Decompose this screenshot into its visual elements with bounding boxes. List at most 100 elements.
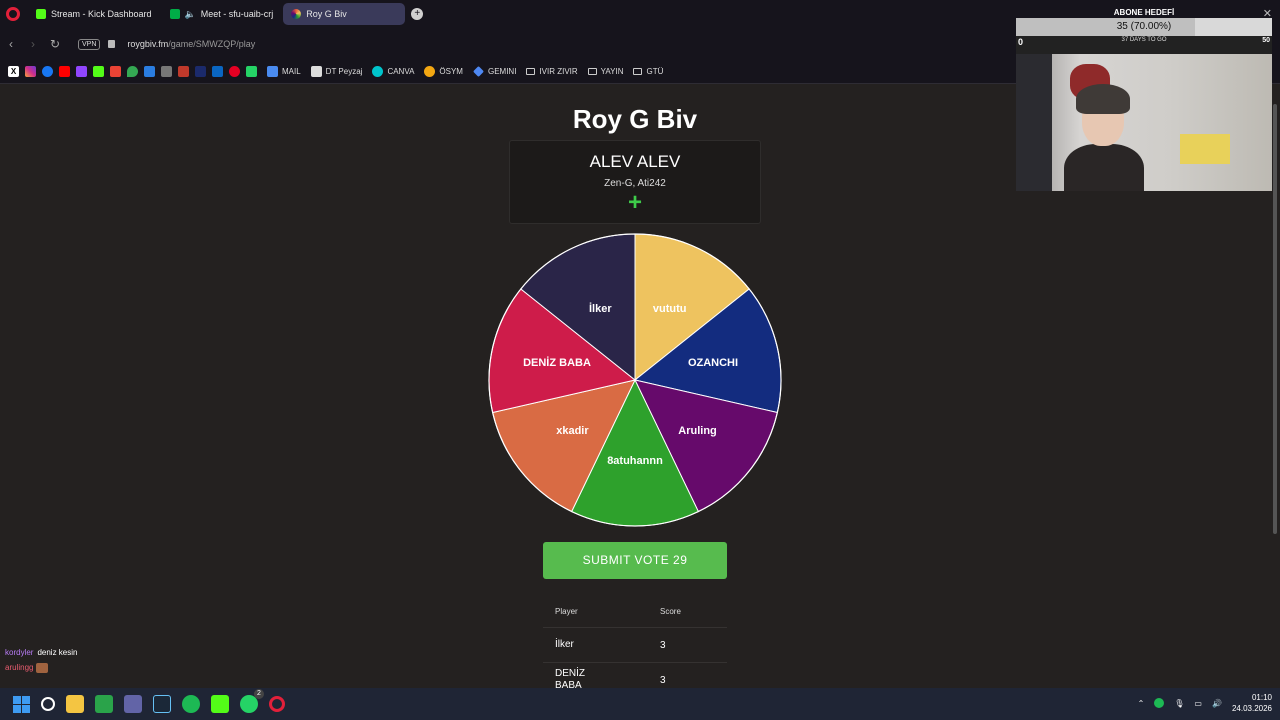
facebook-icon[interactable] <box>42 66 53 77</box>
webcam-video <box>1016 54 1272 191</box>
wheel-label: OZANCHI <box>688 357 738 369</box>
goal-progress-bar: 35 (70.00%) <box>1016 18 1272 36</box>
webcam-person <box>1064 144 1144 191</box>
wheel-label: DENİZ BABA <box>523 356 591 369</box>
url-field[interactable]: roygbiv.fm/game/SMWZQP/play <box>127 39 255 49</box>
webcam-overlay: ABONE HEDEFİ 35 (70.00%) 0 37 DAYS TO GO… <box>1016 4 1272 191</box>
dt-icon <box>310 66 322 77</box>
mail-icon <box>267 66 278 77</box>
tab-label: Meet - sfu-uaib-crj <box>200 9 274 19</box>
folder-icon <box>587 68 597 75</box>
dollar-icon[interactable] <box>144 66 155 77</box>
add-button[interactable]: + <box>510 191 760 215</box>
folder-icon <box>526 68 536 75</box>
bookmark-dt-peyzaj[interactable]: DT Peyzaj <box>310 66 362 77</box>
bookmark-mail[interactable]: MAIL <box>267 66 301 77</box>
goal-progress-text: 35 (70.00%) <box>1116 21 1172 32</box>
xbox-icon[interactable] <box>95 695 113 713</box>
kick-app-icon[interactable] <box>211 695 229 713</box>
prompt-title: ALEV ALEV <box>589 152 681 171</box>
bookmark-folder-ivir-zivir[interactable]: IVIR ZIVIR <box>526 67 578 76</box>
canva-icon <box>372 66 384 77</box>
goal-days: 37 DAYS TO GO <box>1121 37 1167 43</box>
tab-label: Roy G Biv <box>306 9 347 19</box>
chevron-up-icon[interactable]: ⌃ <box>1138 699 1145 708</box>
whatsapp-icon[interactable]: 2 <box>240 689 264 713</box>
microphone-icon[interactable]: 🎙 <box>1174 699 1184 708</box>
tab-meet[interactable]: 🔈 Meet - sfu-uaib-crj <box>162 3 282 25</box>
bookmark-red-icon[interactable] <box>178 66 189 77</box>
teams-icon[interactable] <box>124 695 142 713</box>
reload-button[interactable]: ↻ <box>44 37 66 51</box>
submit-vote-button[interactable]: SUBMIT VOTE 29 <box>543 542 727 579</box>
tab-roy-g-biv[interactable]: Roy G Biv <box>283 3 406 25</box>
folder-icon <box>633 68 643 75</box>
url-host: roygbiv.fm <box>127 39 169 49</box>
bookmark-blue-icon[interactable] <box>195 66 206 77</box>
windows-start-icon[interactable] <box>13 695 30 713</box>
x-icon[interactable]: X <box>8 66 19 77</box>
steam-icon[interactable] <box>153 695 171 713</box>
linkedin-icon[interactable] <box>212 66 223 77</box>
kick-icon[interactable] <box>93 66 104 77</box>
search-icon[interactable] <box>41 697 55 711</box>
back-button[interactable]: ‹ <box>0 37 22 51</box>
network-icon[interactable]: ▭ <box>1194 699 1202 708</box>
bookmark-folder-yayin[interactable]: YAYIN <box>587 67 623 76</box>
lock-icon[interactable] <box>108 40 116 48</box>
system-tray: ⌃ 🎙 ▭ 🔊 01:10 24.03.2026 <box>1138 692 1272 714</box>
opera-logo-icon[interactable] <box>6 7 20 21</box>
new-tab-button[interactable]: + <box>411 8 424 20</box>
file-explorer-icon[interactable] <box>66 695 84 713</box>
twitch-icon[interactable] <box>76 66 87 77</box>
date: 24.03.2026 <box>1231 704 1272 713</box>
bookmark-canva[interactable]: CANVA <box>372 66 414 77</box>
player-score: 3 <box>660 674 666 686</box>
prompt-authors: Zen-G, Ati242 <box>604 178 666 189</box>
instagram-icon[interactable] <box>25 66 36 77</box>
link-icon[interactable] <box>161 66 172 77</box>
webcam-headset <box>1076 84 1130 114</box>
spotify-tray-icon[interactable] <box>1154 698 1165 708</box>
bookmark-gemini[interactable]: GEMINI <box>473 66 516 77</box>
meet-icon <box>169 9 180 19</box>
color-wheel[interactable]: vututu OZANCHI Aruling 8atuhannn xkadir DENİZ… <box>488 233 782 527</box>
youtube-icon[interactable] <box>59 66 70 77</box>
scoreboard-header: Player Score <box>543 596 727 628</box>
player-name: İlker <box>555 639 574 650</box>
chat-text: deniz kesin <box>37 648 78 657</box>
goal-end: 50 <box>1262 37 1270 44</box>
spotify-icon[interactable] <box>182 695 200 713</box>
wheel-label: 8atuhannn <box>607 455 663 467</box>
forward-button[interactable]: › <box>22 37 44 51</box>
chat-message: arulingg <box>5 660 77 675</box>
maps-icon[interactable] <box>127 66 138 77</box>
whatsapp-bookmark-icon[interactable] <box>246 66 257 77</box>
vpn-badge[interactable]: VPN <box>78 38 101 50</box>
url-path: /game/SMWZQP/play <box>168 39 256 49</box>
scrollbar-thumb[interactable] <box>1273 104 1277 534</box>
bookmark-folder-gtu[interactable]: GTÜ <box>633 67 663 76</box>
gmail-icon[interactable] <box>110 66 121 77</box>
wheel-label: vututu <box>653 303 687 315</box>
chat-overlay: kordyler deniz kesin arulingg <box>5 645 77 675</box>
clock[interactable]: 01:10 24.03.2026 <box>1232 692 1272 714</box>
chat-user: arulingg <box>5 663 34 672</box>
chat-emote-icon <box>36 662 49 673</box>
webcam-board <box>1016 54 1052 191</box>
tab-label: Stream - Kick Dashboard <box>51 9 152 19</box>
opera-taskbar-icon[interactable] <box>269 696 285 712</box>
wheel-label: Aruling <box>678 425 717 437</box>
volume-icon[interactable]: 🔊 <box>1212 699 1222 708</box>
whatsapp-badge: 2 <box>254 689 264 699</box>
roygbiv-icon <box>291 9 302 19</box>
time: 01:10 <box>1251 693 1272 702</box>
pinterest-icon[interactable] <box>229 66 240 77</box>
taskbar: 2 ⌃ 🎙 ▭ 🔊 01:10 24.03.2026 <box>0 688 1280 720</box>
webcam-yellow <box>1180 134 1230 164</box>
chat-message: kordyler deniz kesin <box>5 645 77 660</box>
bookmark-osym[interactable]: ÖSYM <box>424 66 463 77</box>
prompt-card: ALEV ALEV Zen-G, Ati242 + <box>509 140 761 224</box>
score-column-header: Score <box>660 607 681 616</box>
tab-kick-dashboard[interactable]: Stream - Kick Dashboard <box>28 3 160 25</box>
